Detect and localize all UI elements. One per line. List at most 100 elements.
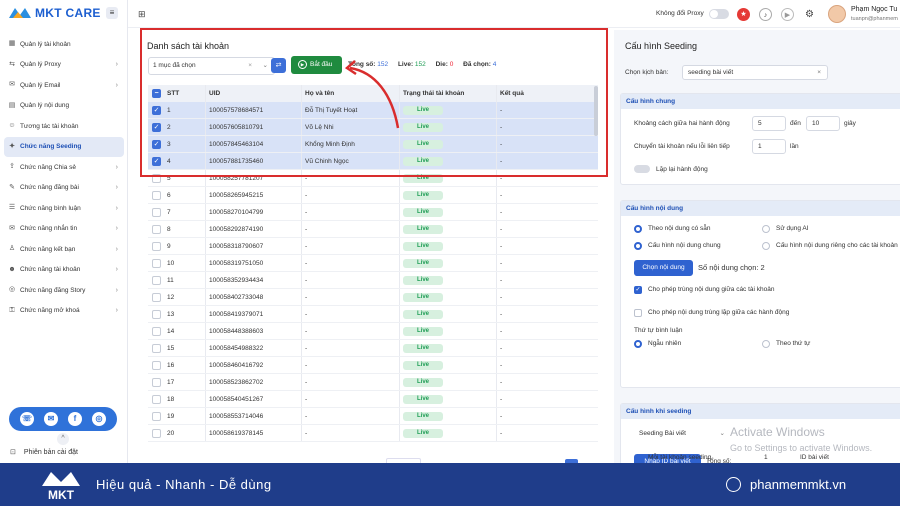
col-stt: STT <box>167 90 180 97</box>
gap-from-input[interactable]: 5 <box>752 116 786 131</box>
sidebar-item-0[interactable]: ▦ Quản lý tài khoản <box>4 34 124 55</box>
gear-icon[interactable]: ⚙ <box>803 8 816 21</box>
sidebar-item-8[interactable]: ☰ Chức năng bình luận › <box>4 198 124 219</box>
table-row[interactable]: ✓ 3 100057845463104 Khổng Minh Định Live - <box>148 136 598 153</box>
bell-icon[interactable]: ♪ <box>759 8 772 21</box>
proxy-toggle[interactable] <box>709 9 729 19</box>
sidebar-item-6[interactable]: ⇪ Chức năng Chia sẻ › <box>4 157 124 178</box>
sidebar-item-10[interactable]: ♙ Chức năng kết bạn › <box>4 239 124 260</box>
clear-icon[interactable]: × <box>817 66 821 79</box>
sidebar-item-label: Quản lý nội dung <box>20 102 70 110</box>
table-row[interactable]: 8 100058292874190- Live - <box>148 221 598 238</box>
table-row[interactable]: 10 100058319751050- Live - <box>148 255 598 272</box>
row-checkbox[interactable] <box>152 224 161 234</box>
row-checkbox[interactable] <box>152 309 161 319</box>
row-checkbox[interactable] <box>152 275 161 285</box>
footer-website[interactable]: phanmemmkt.vn <box>750 477 846 492</box>
opt-common-label: Cấu hình nội dung chung <box>648 242 721 249</box>
row-checkbox[interactable]: ✓ <box>152 105 161 115</box>
clear-icon[interactable]: × <box>248 58 252 74</box>
table-row[interactable]: 14 100058448388603- Live - <box>148 323 598 340</box>
facebook-icon[interactable]: f <box>68 412 82 426</box>
sidebar-item-1[interactable]: ⇆ Quản lý Proxy › <box>4 55 124 76</box>
sidebar-item-13[interactable]: ⚿ Chức năng mở khoá › <box>4 301 124 322</box>
row-checkbox[interactable] <box>152 377 161 387</box>
row-checkbox[interactable] <box>152 326 161 336</box>
account-select[interactable]: 1 mục đã chọn × ⌄ <box>148 57 275 75</box>
filter-button[interactable]: ⇄ <box>271 58 286 73</box>
row-checkbox[interactable] <box>152 411 161 421</box>
version-item[interactable]: ⊡ Phiên bản cài đặt <box>10 448 78 456</box>
avatar[interactable] <box>828 5 846 23</box>
repeat-toggle[interactable] <box>634 165 650 173</box>
status-badge: Live <box>403 343 443 353</box>
sidebar-item-4[interactable]: ☺ Tương tác tài khoản <box>4 116 124 137</box>
table-row[interactable]: 18 100058540451267- Live - <box>148 391 598 408</box>
sidebar-item-2[interactable]: ✉ Quản lý Email › <box>4 75 124 96</box>
table-row[interactable]: 6 100058265945215- Live - <box>148 187 598 204</box>
table-row[interactable]: 17 100058523862702- Live - <box>148 374 598 391</box>
radio-random[interactable] <box>634 340 642 348</box>
table-row[interactable]: 5 100058257781207- Live - <box>148 170 598 187</box>
table-row[interactable]: 19 100058553714046- Live - <box>148 408 598 425</box>
switch-input[interactable]: 1 <box>752 139 786 154</box>
support-icon[interactable]: ☏ <box>20 412 34 426</box>
radio-ai[interactable] <box>762 225 770 233</box>
sidebar-item-11[interactable]: ☻ Chức năng tài khoản › <box>4 260 124 281</box>
radio-existing[interactable] <box>634 225 642 233</box>
web-icon[interactable]: ◎ <box>92 412 106 426</box>
status-badge: Live <box>403 207 443 217</box>
script-select[interactable]: seeding bài viết × <box>682 65 828 80</box>
table-row[interactable]: 9 100058318790607- Live - <box>148 238 598 255</box>
messenger-icon[interactable]: ✉ <box>44 412 58 426</box>
menu-toggle-button[interactable]: ≡ <box>106 7 118 19</box>
table-row[interactable]: 16 100058460416792- Live - <box>148 357 598 374</box>
table-row[interactable]: ✓ 4 100057881735460 Vũ Chinh Ngọc Live - <box>148 153 598 170</box>
row-checkbox[interactable]: ✓ <box>152 139 161 149</box>
row-checkbox[interactable] <box>152 190 161 200</box>
table-row[interactable]: 15 100058454988322- Live - <box>148 340 598 357</box>
radio-common[interactable] <box>634 242 642 250</box>
collapse-icon[interactable]: ^ <box>57 433 69 445</box>
dup-accounts-checkbox[interactable]: ✓ <box>634 286 642 294</box>
per-account-value[interactable]: 1 <box>764 454 768 461</box>
select-all-checkbox[interactable]: − <box>152 89 161 98</box>
seeding-type-select[interactable]: Seeding Bài viết ⌄ <box>634 427 731 442</box>
row-checkbox[interactable] <box>152 292 161 302</box>
start-button[interactable]: ▶ Bắt đầu <box>291 56 342 74</box>
row-checkbox[interactable] <box>152 241 161 251</box>
table-row[interactable]: 7 100058270104799- Live - <box>148 204 598 221</box>
table-row[interactable]: 13 100058419379071- Live - <box>148 306 598 323</box>
sidebar-item-9[interactable]: ✉ Chức năng nhắn tin › <box>4 219 124 240</box>
table-scrollbar[interactable] <box>594 86 598 136</box>
table-row[interactable]: 12 100058402733048- Live - <box>148 289 598 306</box>
gap-to-input[interactable]: 10 <box>806 116 840 131</box>
sidebar-item-5[interactable]: ✦ Chức năng Seeding <box>4 136 124 157</box>
table-row[interactable]: ✓ 1 100057578684571 Đỗ Thị Tuyết Hoạt Live - <box>148 102 598 119</box>
row-checkbox[interactable]: ✓ <box>152 122 161 132</box>
sidebar-item-12[interactable]: ◎ Chức năng đăng Story › <box>4 280 124 301</box>
radio-sequence[interactable] <box>762 340 770 348</box>
cell-uid: 100057605810791 <box>205 119 301 135</box>
dup-actions-checkbox[interactable] <box>634 309 642 317</box>
table-row[interactable]: ✓ 2 100057605810791 Võ Lệ Nhi Live - <box>148 119 598 136</box>
flag-icon[interactable]: ★ <box>737 8 750 21</box>
layout-icon[interactable]: ⊞ <box>138 9 146 20</box>
radio-separate[interactable] <box>762 242 770 250</box>
row-checkbox[interactable]: ✓ <box>152 156 161 166</box>
row-checkbox[interactable] <box>152 394 161 404</box>
row-checkbox[interactable] <box>152 343 161 353</box>
play-icon[interactable]: ▶ <box>781 8 794 21</box>
row-checkbox[interactable] <box>152 360 161 370</box>
table-row[interactable]: 20 100058619378145- Live - <box>148 425 598 442</box>
row-checkbox[interactable] <box>152 207 161 217</box>
row-checkbox[interactable] <box>152 173 161 183</box>
account-icon: ☻ <box>8 265 16 273</box>
sidebar-item-3[interactable]: ▤ Quản lý nội dung <box>4 96 124 117</box>
cell-uid: 100058454988322 <box>205 340 301 356</box>
table-row[interactable]: 11 100058352934434- Live - <box>148 272 598 289</box>
row-checkbox[interactable] <box>152 258 161 268</box>
choose-content-button[interactable]: Chọn nội dung <box>634 260 693 276</box>
row-checkbox[interactable] <box>152 428 161 438</box>
sidebar-item-7[interactable]: ✎ Chức năng đăng bài › <box>4 178 124 199</box>
